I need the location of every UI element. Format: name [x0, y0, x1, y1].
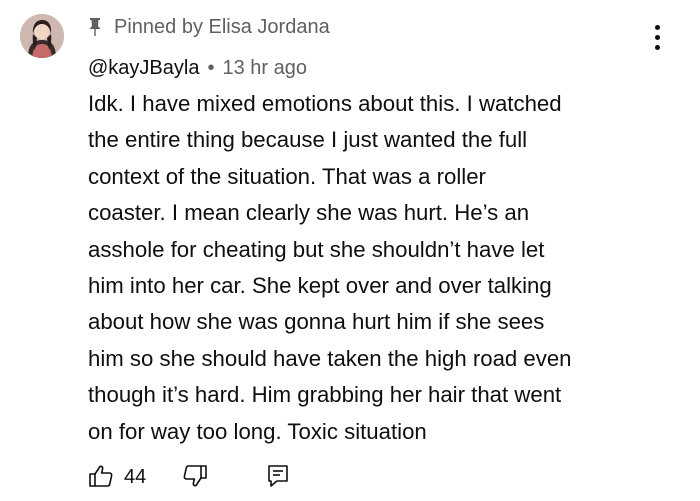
meta-separator: • [207, 56, 215, 79]
reply-comment-icon [266, 463, 290, 492]
avatar[interactable] [20, 14, 64, 58]
comment-card: Pinned by Elisa Jordana @kayJBayla • 13 … [0, 0, 700, 501]
comment-header: @kayJBayla • 13 hr ago [88, 54, 307, 82]
thumbs-down-icon [182, 463, 208, 492]
author-handle[interactable]: @kayJBayla [88, 57, 199, 80]
pin-icon [88, 16, 104, 38]
like-count: 44 [124, 465, 147, 488]
comment-actions: 44 [88, 462, 290, 492]
menu-dot [654, 24, 660, 30]
reply-button[interactable] [266, 463, 290, 492]
pinned-label: Pinned by Elisa Jordana [114, 15, 330, 38]
avatar-image [20, 14, 64, 58]
dislike-button[interactable] [182, 463, 208, 492]
like-button[interactable]: 44 [88, 463, 146, 492]
comment-text: Idk. I have mixed emotions about this. I… [88, 91, 572, 444]
timestamp[interactable]: 13 hr ago [222, 57, 307, 80]
thumbs-up-icon [88, 463, 114, 492]
menu-dot [654, 34, 660, 40]
menu-dot [654, 44, 660, 50]
more-vertical-icon[interactable] [644, 22, 670, 52]
pinned-indicator: Pinned by Elisa Jordana [88, 14, 330, 40]
